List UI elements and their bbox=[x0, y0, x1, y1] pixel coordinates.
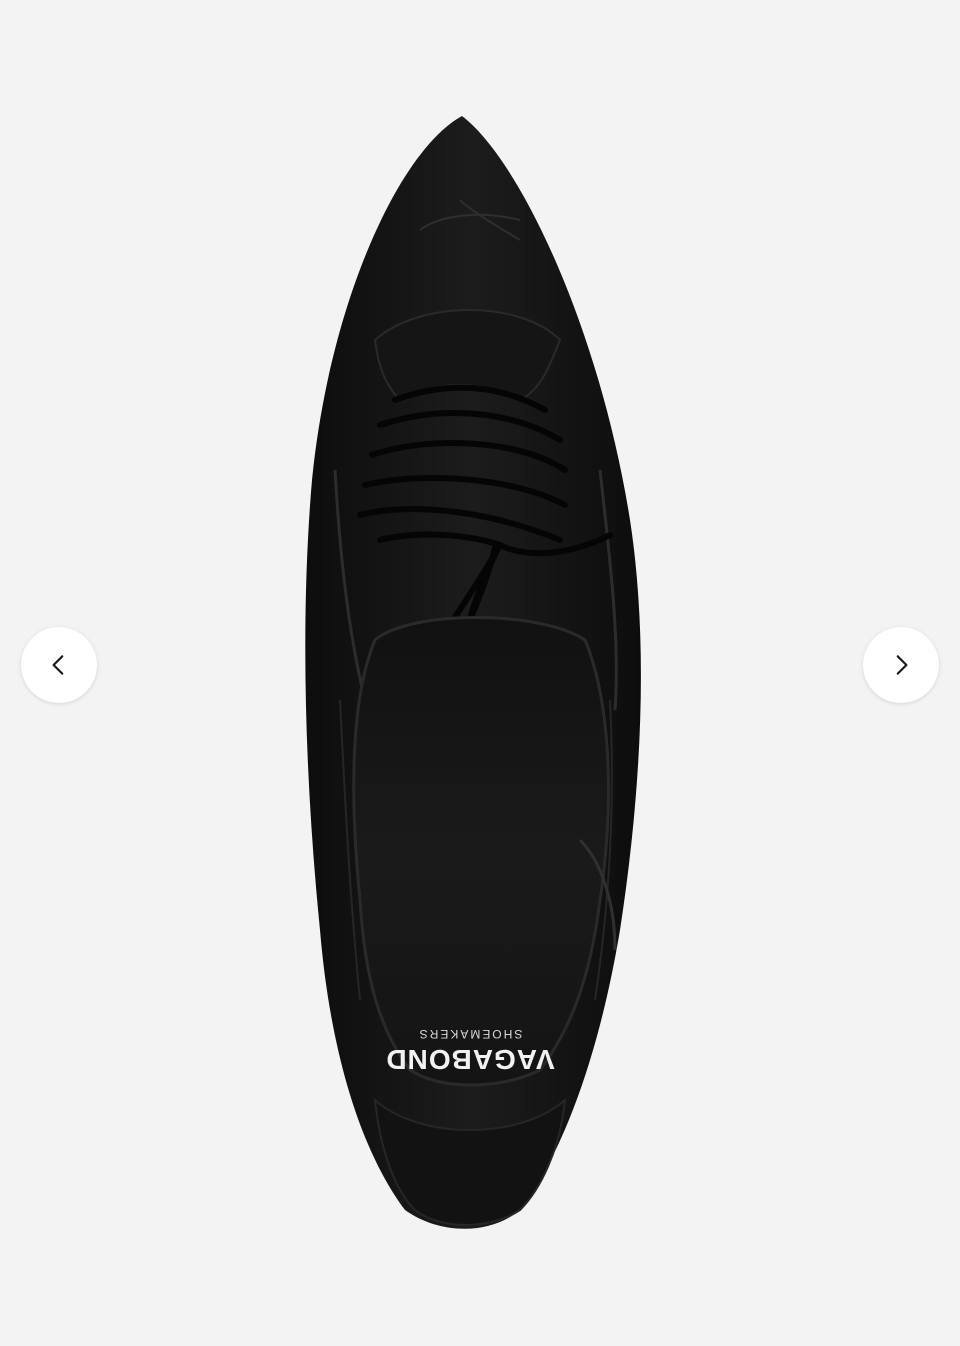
brand-logo-text: VAGABOND bbox=[385, 1044, 554, 1075]
product-image: VAGABOND SHOEMAKERS bbox=[305, 116, 641, 1229]
previous-image-button[interactable] bbox=[21, 627, 97, 703]
shoe-opening bbox=[352, 616, 610, 1087]
chevron-left-icon bbox=[52, 655, 64, 675]
chevron-right-icon bbox=[896, 655, 908, 675]
next-image-button[interactable] bbox=[863, 627, 939, 703]
product-image-gallery: VAGABOND SHOEMAKERS bbox=[0, 0, 960, 1346]
brand-logo-subtext: SHOEMAKERS bbox=[418, 1027, 523, 1041]
